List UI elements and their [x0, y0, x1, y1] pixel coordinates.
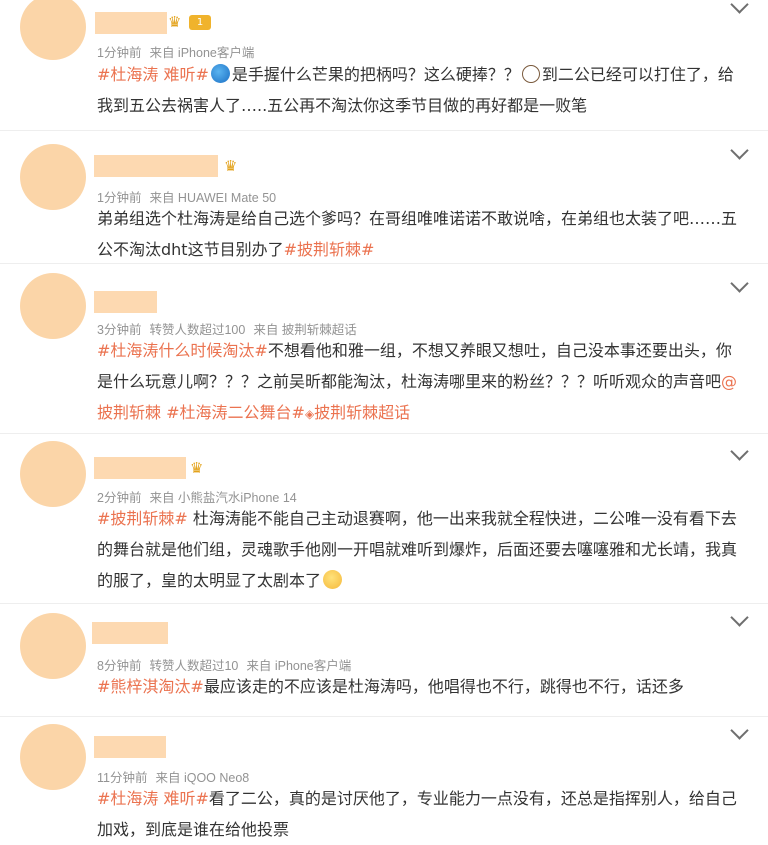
- comment-text: #披荆斩棘# 杜海涛能不能自己主动退赛啊，他一出来我就全程快进，二公唯一没有看下…: [97, 503, 746, 596]
- avatar[interactable]: [20, 613, 86, 679]
- hashtag-link[interactable]: #披荆斩棘#: [284, 240, 375, 259]
- chevron-down-icon[interactable]: [730, 0, 749, 14]
- hashtag-link[interactable]: #杜海涛 难听#: [97, 789, 209, 808]
- crown-icon: ♛: [190, 459, 204, 477]
- avatar[interactable]: [20, 0, 86, 60]
- post-source: 来自 iPhone客户端: [149, 46, 255, 60]
- chevron-down-icon[interactable]: [730, 442, 749, 461]
- comment-text: #熊梓淇淘汰#最应该走的不应该是杜海涛吗，他唱得也不行，跳得也不行，话还多: [97, 671, 746, 702]
- hashtag-link[interactable]: #杜海涛二公舞台#: [166, 403, 305, 422]
- supertopic-icon: ◈: [304, 407, 315, 421]
- comment-item: ♛ 2分钟前 来自 小熊盐汽水iPhone 14 #披荆斩棘# 杜海涛能不能自己主…: [0, 433, 768, 603]
- comment-item: ♛ 1 1分钟前 来自 iPhone客户端 #杜海涛 难听# 是手握什么芒果的把柄吗…: [0, 0, 768, 134]
- chevron-down-icon[interactable]: [730, 721, 749, 740]
- chevron-down-icon[interactable]: [730, 274, 749, 293]
- post-time: 1分钟前: [97, 46, 142, 60]
- username-redacted[interactable]: [92, 622, 168, 644]
- username-redacted[interactable]: [94, 457, 186, 479]
- comment-item: 8分钟前 转赞人数超过10 来自 iPhone客户端 #熊梓淇淘汰#最应该走的不应该…: [0, 603, 768, 716]
- avatar[interactable]: [20, 724, 86, 790]
- wave-emoji: [210, 64, 230, 83]
- crown-icon: ♛: [168, 13, 182, 31]
- avatar[interactable]: [20, 273, 86, 339]
- chevron-down-icon[interactable]: [730, 141, 749, 160]
- hashtag-link[interactable]: #杜海涛什么时候淘汰#: [97, 341, 268, 360]
- comment-text: 弟弟组选个杜海涛是给自己选个爹吗？在哥组唯唯诺诺不敢说啥，在弟组也太装了吧……五…: [97, 203, 746, 265]
- face-emoji: [521, 65, 540, 83]
- crown-icon: ♛: [224, 157, 238, 175]
- hashtag-link[interactable]: #披荆斩棘#: [97, 509, 188, 528]
- comment-item: ♛ 1分钟前 来自 HUAWEI Mate 50 弟弟组选个杜海涛是给自己选个爹吗…: [0, 130, 768, 263]
- comment-text-fragment: 杜海涛能不能自己主动退赛啊，他一出来我就全程快进，二公唯一没有看下去的舞台就是他…: [97, 509, 738, 590]
- smile-emoji: [323, 570, 343, 589]
- comment-text: #杜海涛 难听#看了二公，真的是讨厌他了，专业能力一点没有，还总是指挥别人，给自…: [97, 783, 746, 845]
- avatar[interactable]: [20, 441, 86, 507]
- comment-text-fragment: 最应该走的不应该是杜海涛吗，他唱得也不行，跳得也不行，话还多: [203, 677, 684, 696]
- hashtag-link[interactable]: #杜海涛 难听#: [97, 65, 209, 84]
- username-redacted[interactable]: [94, 291, 157, 313]
- hashtag-link[interactable]: #熊梓淇淘汰#: [97, 677, 204, 696]
- chevron-down-icon[interactable]: [730, 608, 749, 627]
- comment-text-fragment: 弟弟组选个杜海涛是给自己选个爹吗？在哥组唯唯诺诺不敢说啥，在弟组也太装了吧……五…: [97, 209, 738, 259]
- comment-text-fragment: 是手握什么芒果的把柄吗？这么硬捧？？: [231, 65, 520, 84]
- level-badge: 1: [189, 15, 211, 30]
- comment-text: #杜海涛什么时候淘汰#不想看他和雅一组，不想又养眼又想吐，自己没本事还要出头，你…: [97, 335, 746, 430]
- username-redacted[interactable]: [95, 12, 167, 34]
- comment-item: 11分钟前 来自 iQOO Neo8 #杜海涛 难听#看了二公，真的是讨厌他了，专…: [0, 716, 768, 841]
- username-redacted[interactable]: [94, 736, 166, 758]
- username-redacted[interactable]: [94, 155, 218, 177]
- avatar[interactable]: [20, 144, 86, 210]
- supertopic-label: 披荆斩棘超话: [314, 403, 411, 422]
- supertopic-link[interactable]: ◈披荆斩棘超话: [305, 403, 410, 422]
- comment-text: #杜海涛 难听# 是手握什么芒果的把柄吗？这么硬捧？？ 到二公已经可以打住了，给我到…: [97, 59, 746, 121]
- comment-item: 3分钟前 转赞人数超过100 来自 披荆斩棘超话 #杜海涛什么时候淘汰#不想看他和雅…: [0, 263, 768, 433]
